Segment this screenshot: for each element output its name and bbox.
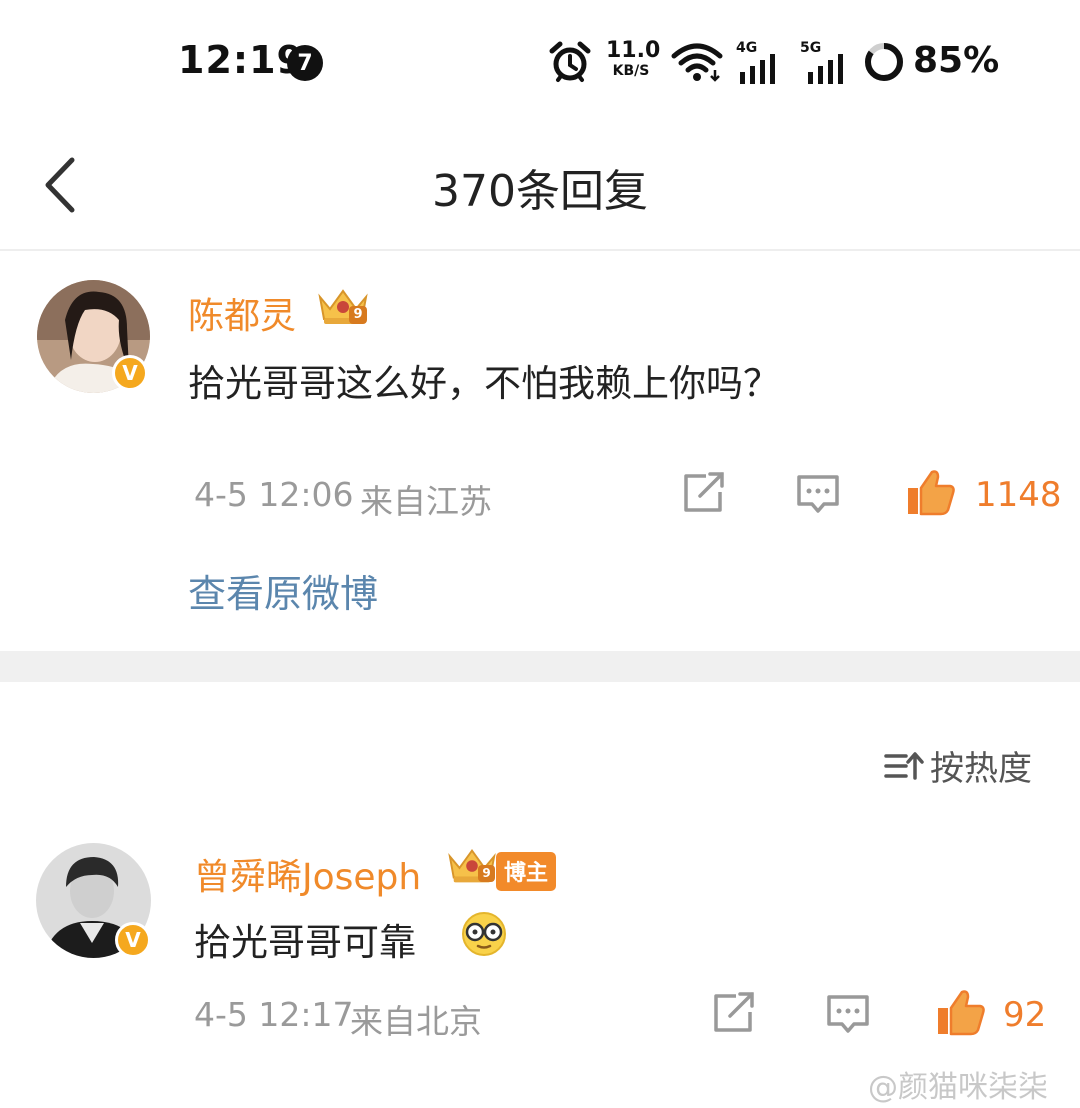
author-tag: 博主 [496, 852, 557, 891]
username[interactable]: 陈都灵 [188, 287, 296, 339]
battery-ring-icon [865, 43, 903, 81]
alarm-icon [549, 41, 591, 82]
reply-level-number: 9 [478, 865, 495, 882]
net-speed-value: 11.0 [606, 38, 661, 63]
glasses-emoji-icon [462, 912, 506, 956]
battery-percent: 85% [913, 40, 1000, 81]
like-count: 1148 [975, 475, 1062, 515]
reply-verified-badge: V [115, 922, 151, 958]
verified-mark: V [122, 361, 138, 385]
comment-text: 拾光哥哥这么好，不怕我赖上你吗？ [188, 362, 780, 405]
reply-text: 拾光哥哥可靠 [194, 921, 416, 964]
comment-location: 来自江苏 [360, 482, 492, 521]
reply-location: 来自北京 [350, 1002, 482, 1041]
header-divider [0, 249, 1080, 251]
verified-badge: V [112, 355, 148, 391]
reply-username[interactable]: 曾舜晞Joseph [194, 848, 421, 900]
crown-badge-icon: 9 [316, 287, 370, 327]
sort-icon [884, 751, 924, 780]
sort-button[interactable]: 按热度 [884, 741, 1032, 790]
reply-comment-icon[interactable] [826, 994, 870, 1034]
sort-label: 按热度 [930, 749, 1032, 789]
comment-time: 4-5 12:06 [194, 475, 354, 514]
net-speed-unit: KB/S [612, 63, 650, 79]
share-icon[interactable] [682, 472, 726, 514]
reply-like-icon[interactable] [936, 988, 986, 1036]
reply-time: 4-5 12:17 [194, 995, 354, 1034]
status-time: 12:19 [178, 38, 304, 82]
view-original-link[interactable]: 查看原微博 [188, 563, 378, 618]
reply-verified-mark: V [125, 928, 141, 952]
page-title: 370条回复 [432, 166, 648, 217]
net-speed: 11.0 KB/S [606, 38, 661, 79]
comment-icon[interactable] [796, 474, 840, 514]
wifi-icon [671, 43, 723, 82]
notification-count-badge: 7 [287, 45, 323, 81]
reply-like-count: 92 [1003, 995, 1047, 1035]
level-number: 9 [349, 306, 367, 324]
reply-share-icon[interactable] [712, 992, 756, 1034]
watermark: @颜猫咪柒柒 [868, 1070, 1048, 1105]
reply-crown-badge-icon: 9 [446, 846, 498, 886]
like-icon[interactable] [906, 468, 956, 516]
section-divider [0, 651, 1080, 682]
